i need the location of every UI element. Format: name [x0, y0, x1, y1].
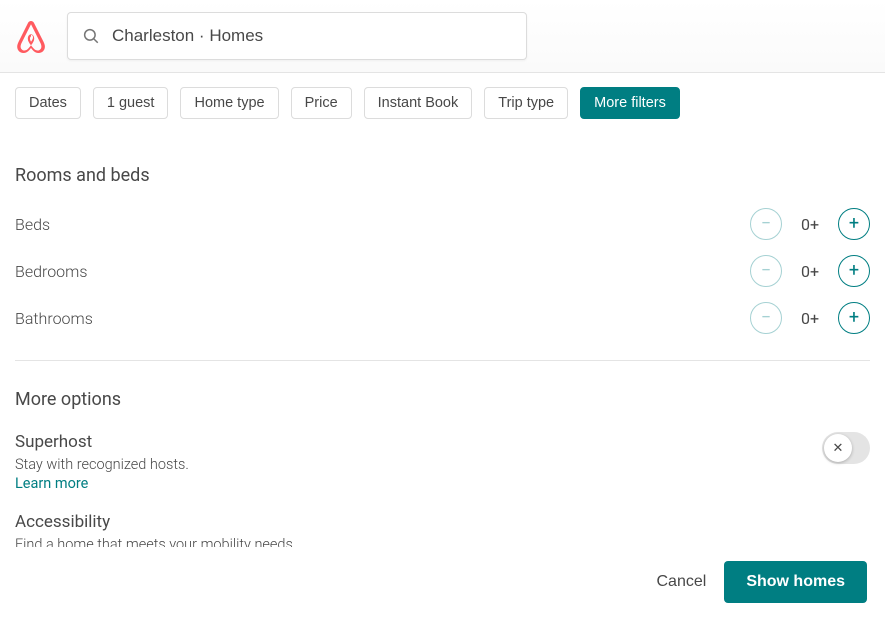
minus-icon: −: [761, 309, 771, 327]
section-divider: [15, 360, 870, 361]
beds-stepper: − 0+ +: [750, 208, 870, 240]
search-icon: [82, 27, 100, 45]
bathrooms-increment[interactable]: +: [838, 302, 870, 334]
bedrooms-decrement[interactable]: −: [750, 255, 782, 287]
rooms-and-beds-title: Rooms and beds: [15, 165, 870, 186]
search-input[interactable]: [112, 26, 512, 46]
plus-icon: +: [849, 262, 859, 280]
superhost-learn-more-link[interactable]: Learn more: [15, 475, 88, 492]
search-box[interactable]: [67, 12, 527, 60]
filter-home-type[interactable]: Home type: [180, 87, 278, 119]
beds-label: Beds: [15, 215, 50, 234]
filter-trip-type[interactable]: Trip type: [484, 87, 568, 119]
beds-value: 0+: [798, 215, 822, 234]
superhost-desc: Stay with recognized hosts.: [15, 456, 189, 473]
minus-icon: −: [761, 215, 771, 233]
more-options-title: More options: [15, 389, 870, 410]
row-beds: Beds − 0+ +: [15, 208, 870, 240]
row-bathrooms: Bathrooms − 0+ +: [15, 302, 870, 334]
beds-increment[interactable]: +: [838, 208, 870, 240]
filters-row: Dates 1 guest Home type Price Instant Bo…: [0, 73, 885, 119]
dialog-footer: Cancel Show homes: [0, 547, 885, 617]
bathrooms-label: Bathrooms: [15, 309, 93, 328]
airbnb-logo-icon[interactable]: [15, 19, 47, 53]
beds-decrement[interactable]: −: [750, 208, 782, 240]
bathrooms-value: 0+: [798, 309, 822, 328]
superhost-option: Superhost Stay with recognized hosts. Le…: [15, 432, 870, 492]
filter-price[interactable]: Price: [291, 87, 352, 119]
filter-dates[interactable]: Dates: [15, 87, 81, 119]
plus-icon: +: [849, 309, 859, 327]
toggle-knob: ✕: [824, 434, 852, 462]
filter-more-filters[interactable]: More filters: [580, 87, 680, 119]
bedrooms-label: Bedrooms: [15, 262, 87, 281]
bathrooms-stepper: − 0+ +: [750, 302, 870, 334]
filter-guests[interactable]: 1 guest: [93, 87, 169, 119]
row-bedrooms: Bedrooms − 0+ +: [15, 255, 870, 287]
plus-icon: +: [849, 215, 859, 233]
header-bar: [0, 0, 885, 73]
accessibility-title: Accessibility: [15, 512, 296, 532]
superhost-toggle[interactable]: ✕: [822, 432, 870, 464]
bedrooms-increment[interactable]: +: [838, 255, 870, 287]
filter-instant-book[interactable]: Instant Book: [364, 87, 473, 119]
bedrooms-value: 0+: [798, 262, 822, 281]
close-icon: ✕: [833, 441, 844, 456]
bathrooms-decrement[interactable]: −: [750, 302, 782, 334]
bedrooms-stepper: − 0+ +: [750, 255, 870, 287]
filters-panel: Rooms and beds Beds − 0+ + Bedrooms − 0+…: [0, 165, 885, 553]
show-homes-button[interactable]: Show homes: [724, 561, 867, 603]
cancel-button[interactable]: Cancel: [657, 573, 707, 591]
superhost-title: Superhost: [15, 432, 189, 452]
minus-icon: −: [761, 262, 771, 280]
